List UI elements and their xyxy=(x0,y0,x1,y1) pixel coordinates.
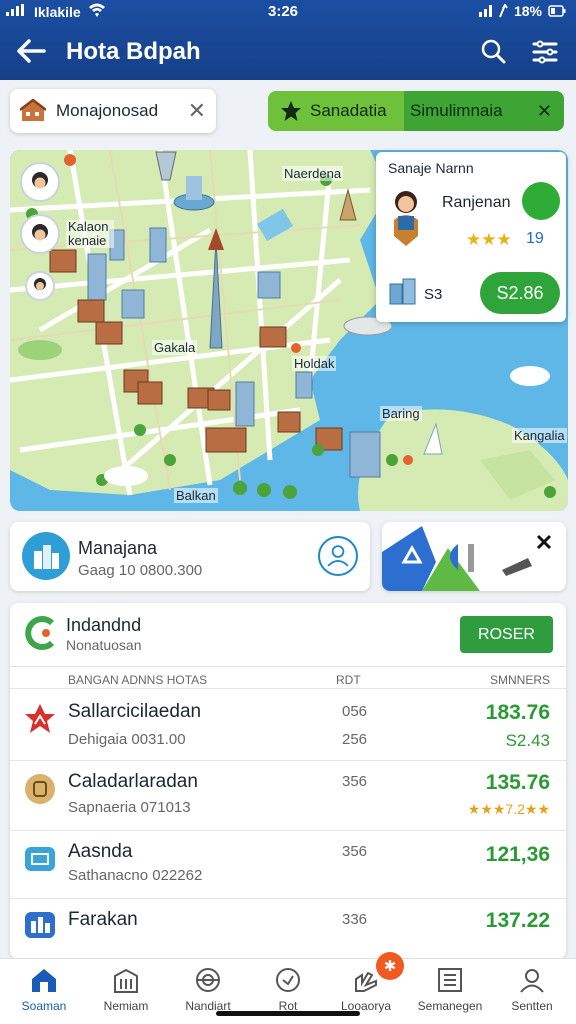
notification-badge[interactable]: ✱ xyxy=(376,952,404,980)
search-icon[interactable] xyxy=(478,36,508,66)
status-bar: Iklakile 3:26 18% xyxy=(0,0,576,24)
row-value: 336 xyxy=(342,911,368,928)
panel-title: Indandnd xyxy=(66,615,142,635)
host-avatar xyxy=(394,191,418,246)
map-label[interactable]: Gakala xyxy=(152,340,198,355)
house-icon xyxy=(20,99,46,121)
panel-subtitle: Nonatuosan xyxy=(66,637,142,653)
column-header: SMNNERS xyxy=(489,673,550,687)
nav-label: Nemiam xyxy=(103,999,149,1013)
divider xyxy=(10,666,566,667)
nav-label: Soaman xyxy=(21,999,67,1013)
price-button[interactable]: S2.86 xyxy=(480,272,560,314)
listings-panel: Indandnd Nonatuosan ROSER BANGAN ADNNS H… xyxy=(10,603,566,959)
host-name: Ranjenan xyxy=(442,194,511,211)
host-card[interactable]: Sanaje Narnn Ranjenan ★★★ 19 S3 S2.86 xyxy=(376,152,566,322)
nav-item-sentten[interactable]: Sentten xyxy=(492,967,572,1019)
row-subtitle: Sathanacno 022262 xyxy=(68,867,203,884)
row-value: 056 xyxy=(342,703,368,720)
home-indicator[interactable] xyxy=(216,1011,360,1016)
home-icon xyxy=(32,969,56,992)
hand-icon xyxy=(355,971,377,992)
promo-banner[interactable]: Sanadatia Simulimnaia ✕ xyxy=(268,91,564,131)
arrow-left-icon[interactable] xyxy=(14,36,48,66)
nav-item-semanegen[interactable]: Semanegen xyxy=(410,967,490,1019)
location-chip-label: Monajonosad xyxy=(56,101,159,120)
map-label[interactable]: Kalaon kenaie xyxy=(66,220,114,248)
map-label[interactable]: Balkan xyxy=(174,488,218,503)
battery-level: 18% xyxy=(513,3,542,19)
rating-value: 19 xyxy=(526,230,544,247)
nav-item-nemiam[interactable]: Nemiam xyxy=(86,967,166,1019)
carrier-label: Iklakile xyxy=(34,4,81,20)
online-status-dot xyxy=(522,182,560,220)
star-badge-icon xyxy=(281,101,301,121)
table-row[interactable]: Sallarcicilaedan Dehigaia 0031.00 056 25… xyxy=(10,688,566,760)
panel-action-button[interactable]: ROSER xyxy=(460,616,553,653)
row-score: 135.76 xyxy=(485,771,550,794)
map-label[interactable]: Baring xyxy=(380,406,422,421)
profile-icon[interactable] xyxy=(318,536,358,576)
signal-icon xyxy=(6,4,24,16)
wifi-icon xyxy=(89,3,105,17)
row-subtitle: Sapnaeria 071013 xyxy=(68,799,191,816)
column-header: RDT xyxy=(336,673,361,687)
map-label[interactable]: Naerdena xyxy=(282,166,344,181)
row-value: 356 xyxy=(342,843,368,860)
row-stars: ★★★7.2★★ xyxy=(467,801,550,817)
row-name: Caladarlaradan xyxy=(68,771,198,792)
row-score: 137.22 xyxy=(485,909,550,932)
nav-label: Semanegen xyxy=(417,999,483,1013)
page-title: Hota Bdpah xyxy=(66,38,201,65)
close-icon[interactable]: ✕ xyxy=(188,98,206,124)
app-shortcuts-card[interactable] xyxy=(382,522,566,591)
close-icon[interactable]: ✕ xyxy=(537,101,552,122)
manager-card[interactable]: Manajana Gaag 10 0800.300 xyxy=(10,522,370,591)
promo-right-label: Simulimnaia xyxy=(410,101,503,120)
list-icon xyxy=(438,968,462,992)
host-card-header: Sanaje Narnn xyxy=(388,160,474,176)
row-name: Farakan xyxy=(68,909,138,930)
clock: 3:26 xyxy=(268,3,299,20)
target-icon xyxy=(196,968,220,992)
shortcut-icons xyxy=(382,526,552,591)
building-icon xyxy=(114,968,138,993)
column-header: BANGAN ADNNS HOTAS xyxy=(68,673,208,687)
row-name: Aasnda xyxy=(68,841,133,862)
top-bar: Iklakile 3:26 18% Hota Bdpah xyxy=(0,0,576,80)
map-label[interactable]: Holdak xyxy=(292,356,337,371)
location-chip[interactable]: Monajonosad ✕ xyxy=(10,89,216,133)
price-label: S3 xyxy=(424,286,443,303)
building-icon xyxy=(389,278,416,305)
row-subtitle: Dehigaia 0031.00 xyxy=(68,731,186,748)
map-label[interactable]: Kangalia xyxy=(512,428,567,443)
row-value: 356 xyxy=(342,773,368,790)
data-icon xyxy=(499,4,508,18)
row-value-secondary: 256 xyxy=(342,731,368,748)
promo-left-label: Sanadatia xyxy=(310,101,387,120)
clock-icon xyxy=(276,968,300,992)
battery-icon xyxy=(548,5,566,17)
profile-icon xyxy=(520,969,544,993)
badge-gold-icon xyxy=(25,774,55,804)
manager-subtitle: Gaag 10 0800.300 xyxy=(78,562,203,579)
table-row[interactable]: Farakan 336 137.22 xyxy=(10,898,566,959)
manager-title: Manajana xyxy=(78,538,158,558)
menu-icon[interactable] xyxy=(530,38,560,66)
brand-logo-icon xyxy=(25,616,55,650)
cell-signal-icon xyxy=(478,5,492,17)
city-icon xyxy=(25,912,55,938)
monitor-icon xyxy=(25,847,55,871)
city-icon xyxy=(22,532,70,580)
row-price: S2.43 xyxy=(505,731,550,750)
row-score: 183.76 xyxy=(485,701,550,724)
row-score: 121,36 xyxy=(485,843,550,866)
row-name: Sallarcicilaedan xyxy=(68,701,202,722)
table-row[interactable]: Aasnda Sathanacno 022262 356 121,36 xyxy=(10,830,566,898)
nav-label: Sentten xyxy=(511,999,553,1013)
nav-item-soaman[interactable]: Soaman xyxy=(4,967,84,1019)
rating-stars: ★★★ xyxy=(466,230,512,249)
table-row[interactable]: Caladarlaradan Sapnaeria 071013 356 135.… xyxy=(10,760,566,830)
hotel-red-icon xyxy=(25,704,55,733)
